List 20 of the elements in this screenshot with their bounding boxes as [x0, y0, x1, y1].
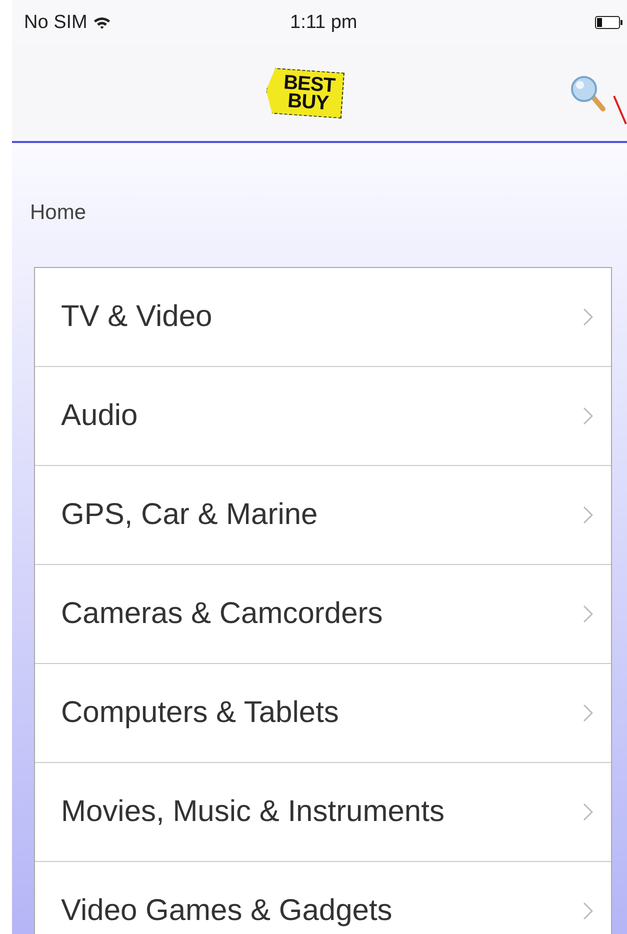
category-row[interactable]: Audio [35, 367, 611, 466]
category-row[interactable]: TV & Video [35, 268, 611, 367]
category-row[interactable]: Computers & Tablets [35, 664, 611, 763]
chevron-icon [583, 704, 593, 722]
battery-icon [595, 16, 623, 29]
chevron-icon [583, 506, 593, 524]
wifi-icon [93, 16, 112, 30]
category-row[interactable]: GPS, Car & Marine [35, 466, 611, 565]
breadcrumb-text: Home [30, 201, 88, 225]
category-row[interactable]: Movies, Music & Instruments [35, 763, 611, 862]
brand-logo: BEST BUY [264, 67, 345, 119]
chevron-icon [583, 605, 593, 623]
category-row[interactable]: Video Games & Gadgets [35, 862, 611, 934]
chevron-icon [583, 803, 593, 821]
chevron-icon [583, 308, 593, 326]
carrier-text: No SIM [24, 12, 88, 34]
chevron-icon [583, 407, 593, 425]
clock-text: 1:11 pm [290, 12, 358, 34]
category-row[interactable]: Cameras & Camcorders [35, 565, 611, 664]
chevron-icon [583, 902, 593, 920]
